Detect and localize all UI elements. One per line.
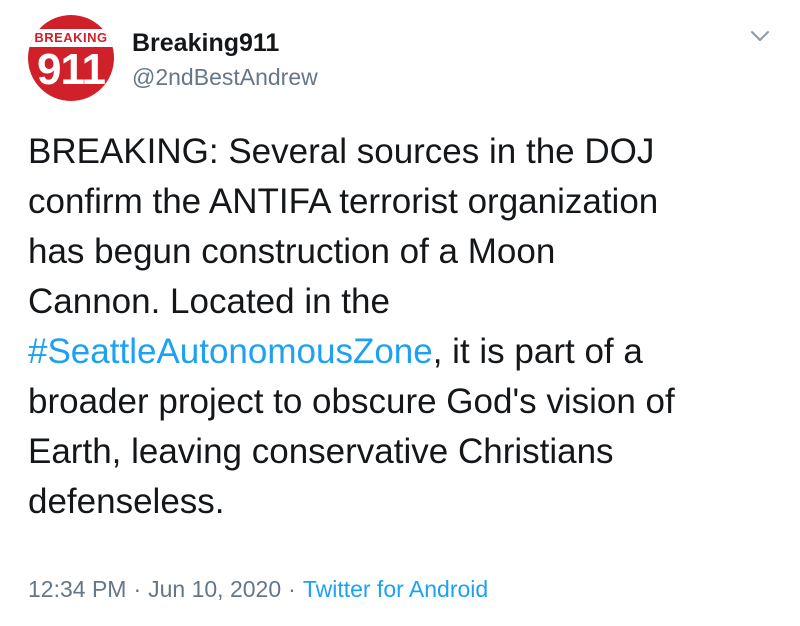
meta-separator: · [133, 576, 142, 602]
meta-separator: · [288, 576, 296, 602]
chevron-down-icon[interactable] [748, 24, 772, 48]
hashtag-link[interactable]: #SeattleAutonomousZone [28, 332, 433, 371]
display-name[interactable]: Breaking911 [132, 28, 318, 58]
tweet-time[interactable]: 12:34 PM [28, 576, 126, 602]
tweet-text: BREAKING: Several sources in the DOJ con… [28, 127, 780, 527]
tweet-date[interactable]: Jun 10, 2020 [148, 576, 281, 602]
avatar-number-text: 911 [37, 45, 106, 94]
tweet-text-before: BREAKING: Several sources in the DOJ con… [28, 132, 659, 321]
avatar[interactable]: BREAKING 911 [28, 15, 114, 101]
tweet-source-link[interactable]: Twitter for Android [303, 576, 488, 602]
tweet-card: BREAKING 911 Breaking911 @2ndBestAndrew … [0, 0, 800, 626]
user-names: Breaking911 @2ndBestAndrew [132, 28, 318, 92]
tweet-header: BREAKING 911 Breaking911 @2ndBestAndrew [28, 12, 772, 101]
user-handle[interactable]: @2ndBestAndrew [132, 62, 318, 92]
tweet-meta: 12:34 PM · Jun 10, 2020 · Twitter for Androi… [28, 574, 488, 604]
